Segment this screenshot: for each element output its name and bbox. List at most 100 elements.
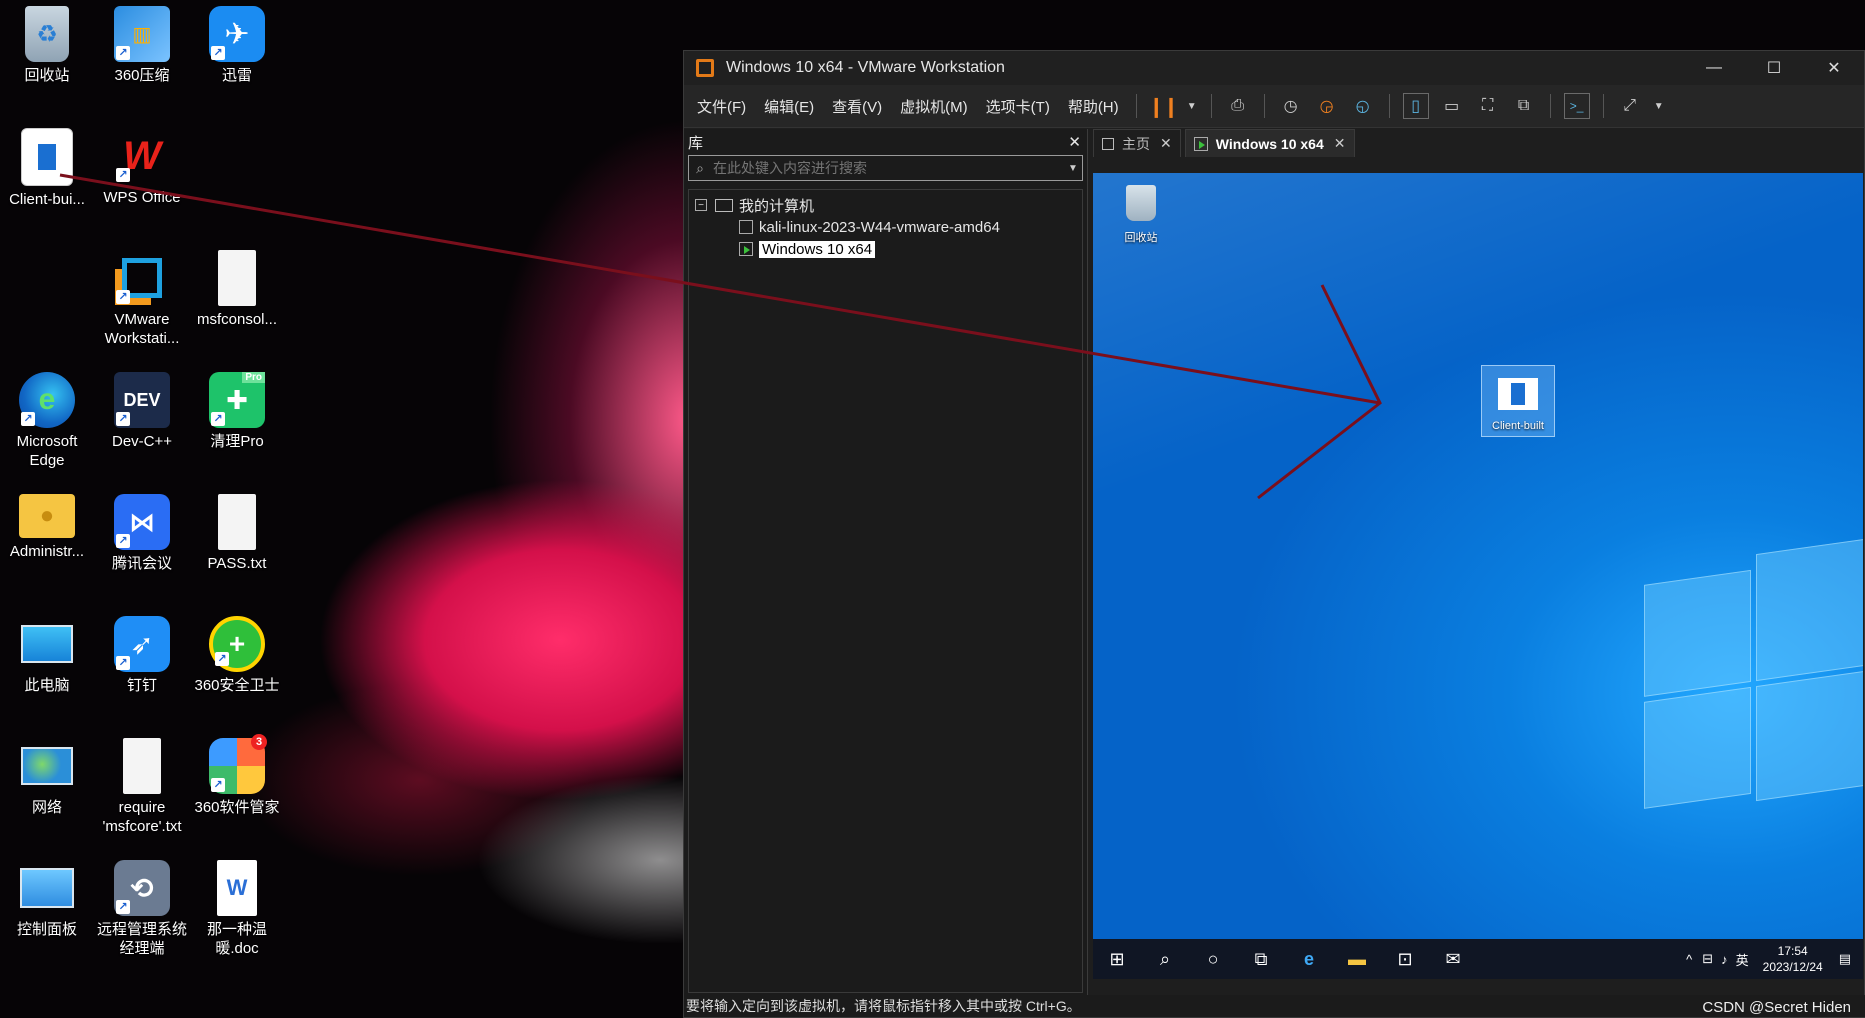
close-button[interactable]: ✕ — [1804, 58, 1864, 78]
toolbar-separator — [1210, 94, 1212, 118]
devcpp-icon: DEV ↗ — [114, 372, 170, 428]
library-panel: 库 ✕ ⌕ ▼ − 我的计算机 kali-linux-2023-W44-vmwa… — [684, 129, 1088, 995]
title-bar: Windows 10 x64 - VMware Workstation — ☐ … — [684, 51, 1864, 85]
tree-root-my-computer[interactable]: − 我的计算机 — [689, 194, 1082, 216]
desktop-icon-wps-office[interactable]: W ↗ WPS Office — [97, 128, 187, 207]
stretch-icon[interactable]: ⤢ — [1617, 93, 1643, 119]
csdn-watermark: CSDN @Secret Hiden — [1702, 999, 1851, 1016]
library-header: 库 ✕ — [684, 129, 1087, 155]
volume-icon[interactable]: ♪ — [1721, 952, 1728, 967]
library-search-input[interactable] — [711, 159, 1064, 177]
desktop-icon-pass-txt[interactable]: PASS.txt — [192, 494, 282, 573]
bird-icon: ✈ ↗ — [209, 6, 265, 62]
desktop-icon-edge[interactable]: e ↗ Microsoft Edge — [2, 372, 92, 470]
vm-running-icon — [739, 242, 753, 256]
computer-icon — [715, 198, 733, 212]
menu-help[interactable]: 帮助(H) — [1059, 96, 1128, 117]
menu-view[interactable]: 查看(V) — [823, 96, 891, 117]
desktop-icon-administrator[interactable]: ● Administr... — [2, 494, 92, 561]
fullscreen-icon[interactable]: ⛶ — [1475, 93, 1501, 119]
show-library-icon[interactable]: ▯ — [1402, 93, 1429, 119]
file-explorer-icon[interactable]: ▬ — [1333, 949, 1381, 970]
tab-close-icon[interactable]: ✕ — [1334, 135, 1346, 152]
desktop-icon-control-panel[interactable]: 控制面板 — [2, 860, 92, 939]
vmware-icon: ↗ — [114, 250, 170, 306]
vm-running-icon — [1193, 136, 1208, 151]
desktop-icon-recycle-bin[interactable]: ♻ 回收站 — [2, 6, 92, 85]
tree-item-kali[interactable]: kali-linux-2023-W44-vmware-amd64 — [689, 216, 1082, 238]
chevron-down-icon[interactable]: ▼ — [1186, 93, 1198, 119]
menu-edit[interactable]: 编辑(E) — [755, 96, 823, 117]
desktop-icon-tencent-meeting[interactable]: ⋈ ↗ 腾讯会议 — [97, 494, 187, 573]
tree-item-label: Windows 10 x64 — [759, 240, 876, 258]
dingtalk-icon: ➶ ↗ — [114, 616, 170, 672]
menu-vm[interactable]: 虚拟机(M) — [891, 96, 977, 117]
chevron-down-icon[interactable]: ▼ — [1064, 163, 1082, 174]
send-keys-icon[interactable]: ⎙ — [1225, 93, 1251, 119]
ime-indicator[interactable]: 英 — [1736, 950, 1749, 969]
vm-icon — [739, 220, 753, 234]
unity-icon[interactable]: ⧉ — [1511, 93, 1537, 119]
revert-snapshot-icon[interactable]: ◶ — [1314, 93, 1340, 119]
store-icon[interactable]: ⊡ — [1381, 949, 1429, 970]
desktop-icon-msfconsole[interactable]: msfconsol... — [192, 250, 282, 329]
vmware-logo-icon — [696, 59, 714, 77]
notification-icon[interactable]: ▤ — [1839, 951, 1851, 967]
snapshot-manager-icon[interactable]: ◵ — [1350, 93, 1376, 119]
desktop-icon-this-pc[interactable]: 此电脑 — [2, 616, 92, 695]
console-icon[interactable]: >_ — [1563, 93, 1590, 119]
windows-start-icon[interactable]: ⊞ — [1093, 949, 1141, 970]
mail-icon[interactable]: ✉ — [1429, 949, 1477, 970]
library-search[interactable]: ⌕ ▼ — [688, 155, 1083, 181]
desktop-icon-remote-management[interactable]: ⟲ ↗ 远程管理系统经理端 — [97, 860, 187, 958]
window-title: Windows 10 x64 - VMware Workstation — [726, 59, 1005, 76]
guest-icon-client-built[interactable]: Client-built — [1481, 365, 1555, 437]
tab-close-icon[interactable]: ✕ — [1160, 135, 1172, 152]
desktop-icon-cleaner-pro[interactable]: ✚ Pro ↗ 清理Pro — [192, 372, 282, 451]
task-view-icon[interactable]: ⧉ — [1237, 949, 1285, 970]
desktop-icon-word-doc[interactable]: W 那一种温暖.doc — [192, 860, 282, 958]
thumbnail-bar-icon[interactable]: ▭ — [1439, 93, 1465, 119]
status-text: 要将输入定向到该虚拟机，请将鼠标指针移入其中或按 Ctrl+G。 — [686, 998, 1081, 1014]
desktop-icon-360-safe[interactable]: + ↗ 360安全卫士 — [192, 616, 282, 695]
desktop-icon-vmware[interactable]: ↗ VMware Workstati... — [97, 250, 187, 348]
desktop-icon-xunlei[interactable]: ✈ ↗ 迅雷 — [192, 6, 282, 85]
control-panel-icon — [19, 860, 75, 916]
maximize-button[interactable]: ☐ — [1744, 58, 1804, 78]
edge-icon[interactable]: e — [1285, 949, 1333, 970]
guest-vm-screen[interactable]: 回收站 Client-built ⊞ ⌕ ○ ⧉ e ▬ ⊡ ✉ ^ ⊟ ♪ 英… — [1093, 173, 1863, 979]
collapse-icon[interactable]: − — [695, 199, 707, 211]
desktop-icon-network[interactable]: 网络 — [2, 738, 92, 817]
cortana-icon[interactable]: ○ — [1189, 949, 1237, 970]
text-file-icon — [123, 738, 161, 794]
desktop-icon-dingtalk[interactable]: ➶ ↗ 钉钉 — [97, 616, 187, 695]
clock[interactable]: 17:54 2023/12/24 — [1763, 943, 1823, 975]
recycle-bin-icon: ♻ — [25, 6, 69, 62]
minimize-button[interactable]: — — [1684, 59, 1744, 77]
desktop-icon-360-zip[interactable]: ▥ ↗ 360压缩 — [97, 6, 187, 85]
desktop-icon-360-software-manager[interactable]: 3 ↗ 360软件管家 — [192, 734, 282, 817]
tab-home[interactable]: 主页 ✕ — [1093, 129, 1181, 157]
chevron-up-icon[interactable]: ^ — [1686, 952, 1692, 967]
library-close-icon[interactable]: ✕ — [1068, 133, 1081, 151]
tab-windows10[interactable]: Windows 10 x64 ✕ — [1184, 129, 1355, 157]
desktop-icon-require-msfcore[interactable]: require 'msfcore'.txt — [97, 738, 187, 836]
desktop-icon-client-built[interactable]: Client-bui... — [2, 128, 92, 209]
pause-icon[interactable]: ❙❙ — [1148, 93, 1180, 119]
toolbar-separator — [1549, 94, 1551, 118]
chevron-down-icon[interactable]: ▼ — [1653, 93, 1665, 119]
recycle-bin-icon — [1119, 181, 1163, 225]
desktop-icon-devcpp[interactable]: DEV ↗ Dev-C++ — [97, 372, 187, 451]
windows-logo-wallpaper — [1644, 511, 1863, 815]
document-icon — [21, 128, 73, 186]
menu-tabs[interactable]: 选项卡(T) — [977, 96, 1059, 117]
search-icon[interactable]: ⌕ — [1141, 949, 1189, 970]
status-bar: 要将输入定向到该虚拟机，请将鼠标指针移入其中或按 Ctrl+G。 — [684, 995, 1865, 1017]
menu-file[interactable]: 文件(F) — [688, 96, 755, 117]
tab-label: 主页 — [1122, 135, 1150, 152]
network-icon[interactable]: ⊟ — [1702, 951, 1713, 967]
tree-item-windows10[interactable]: Windows 10 x64 — [689, 238, 1082, 260]
tab-bar: 主页 ✕ Windows 10 x64 ✕ — [1093, 129, 1864, 157]
guest-icon-recycle-bin[interactable]: 回收站 — [1105, 181, 1177, 245]
snapshot-icon[interactable]: ◷ — [1278, 93, 1304, 119]
